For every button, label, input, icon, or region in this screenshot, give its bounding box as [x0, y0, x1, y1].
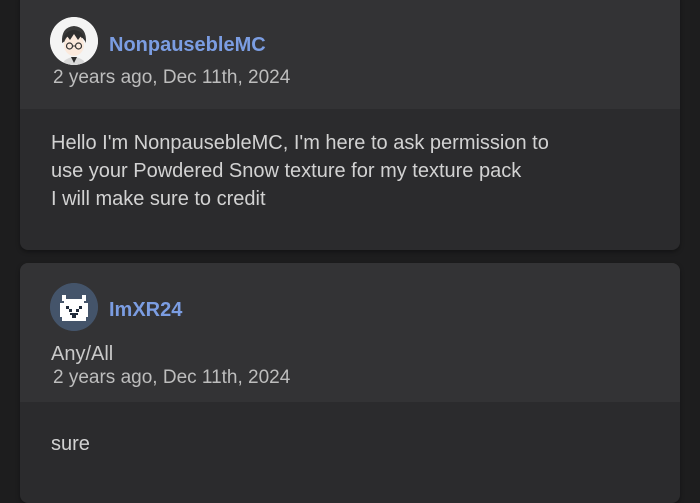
username-link[interactable]: ImXR24	[109, 299, 182, 322]
message-line: sure	[51, 433, 90, 455]
post-timestamp: 2 years ago, Dec 11th, 2024	[53, 67, 291, 88]
message-line: I will make sure to credit	[51, 188, 266, 210]
post-header: ImXR24 Any/All 2 years ago, Dec 11th, 20…	[20, 263, 680, 402]
avatar[interactable]	[50, 17, 98, 65]
post-header: NonpausebleMC 2 years ago, Dec 11th, 202…	[20, 0, 680, 109]
anime-avatar-icon	[50, 17, 98, 65]
post-card: ImXR24 Any/All 2 years ago, Dec 11th, 20…	[20, 263, 680, 503]
pixel-cat-avatar-icon	[50, 283, 98, 331]
user-subtitle: Any/All	[51, 343, 114, 365]
message-line: Hello I'm NonpausebleMC, I'm here to ask…	[51, 132, 549, 154]
avatar[interactable]	[50, 283, 98, 331]
username-link[interactable]: NonpausebleMC	[109, 34, 266, 57]
message-line: use your Powdered Snow texture for my te…	[51, 160, 522, 182]
post-card: NonpausebleMC 2 years ago, Dec 11th, 202…	[20, 0, 680, 250]
post-message: Hello I'm NonpausebleMC, I'm here to ask…	[51, 129, 661, 213]
post-timestamp: 2 years ago, Dec 11th, 2024	[53, 367, 291, 388]
post-message: sure	[51, 430, 90, 458]
